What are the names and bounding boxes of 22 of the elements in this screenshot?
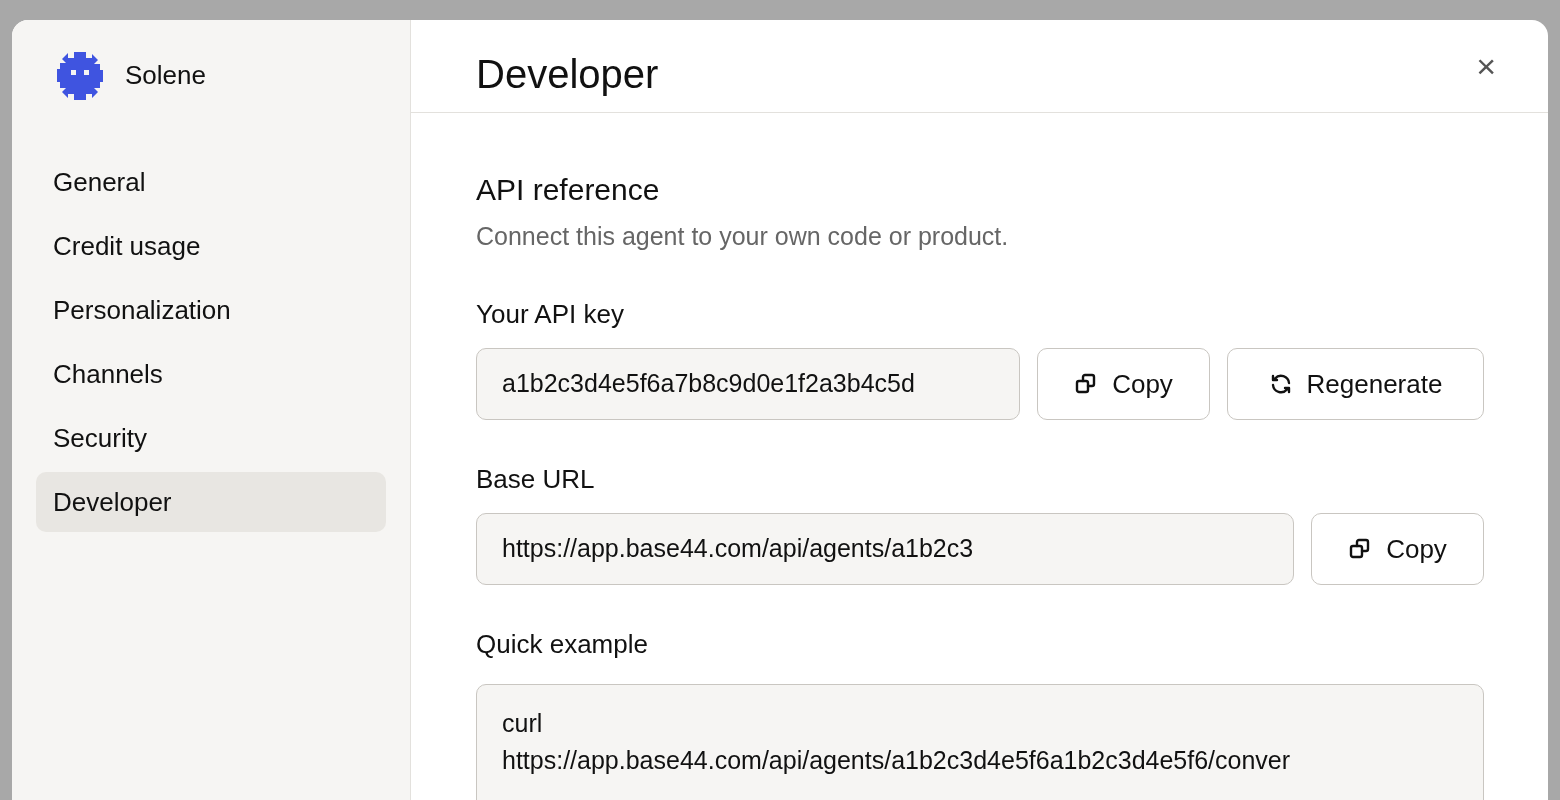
sidebar-item[interactable]: Credit usage [36,216,386,276]
sidebar-item[interactable]: General [36,152,386,212]
close-button[interactable]: × [1476,48,1496,83]
sidebar-item[interactable]: Channels [36,344,386,404]
field-label: Quick example [476,628,649,661]
sidebar-item[interactable]: Security [36,408,386,468]
copy-button[interactable]: Copy [1311,513,1484,585]
input-field[interactable]: https://app.base44.com/api/agents/a1b2c3 [476,513,1294,585]
code-line: https://app.base44.com/api/agents/a1b2c3d4e5f6a1b2c3d4e5f6/conver [502,745,1292,776]
sidebar-item[interactable]: Personalization [36,280,386,340]
code-line: curl [502,708,544,739]
section-title: API reference [476,171,661,208]
section-description: Connect this agent to your own code or product. [476,220,1010,252]
brand-name: Solene [125,58,206,92]
copy-button[interactable]: Copy [1037,348,1210,420]
field-label: Base URL [476,463,596,496]
gear-logo-icon [55,50,105,100]
dialog-title: Developer [476,50,659,98]
field-label: Your API key [476,298,625,331]
input-field[interactable]: a1b2c3d4e5f6a7b8c9d0e1f2a3b4c5d [476,348,1020,420]
sidebar-item[interactable]: Developer [36,472,386,532]
regenerate-button[interactable]: Regenerate [1227,348,1484,420]
